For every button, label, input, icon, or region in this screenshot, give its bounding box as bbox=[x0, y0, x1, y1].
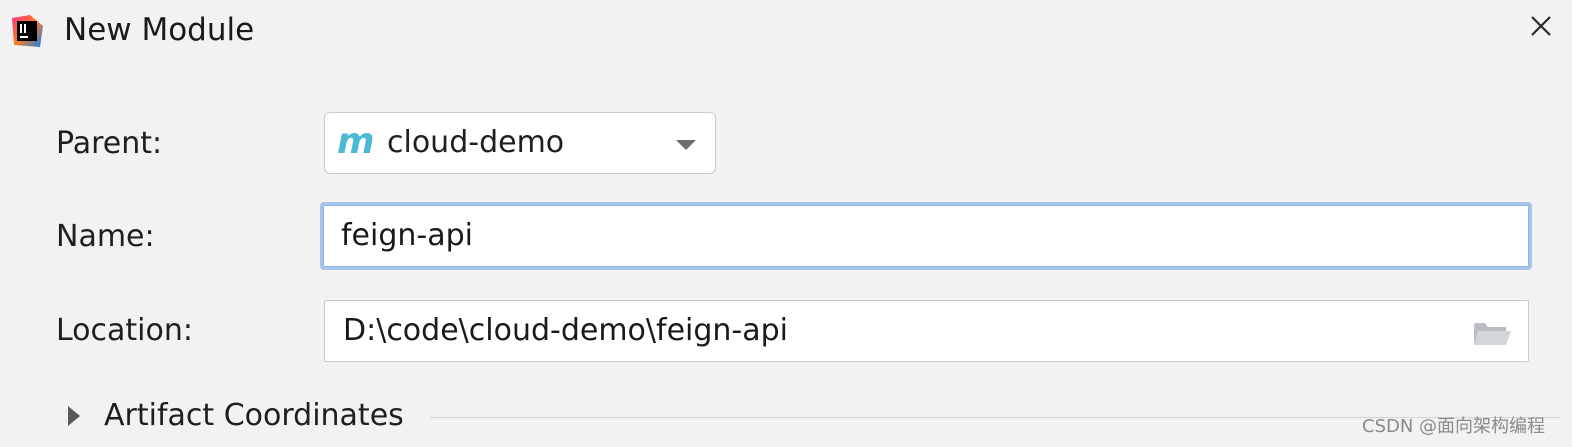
artifact-coordinates-toggle[interactable]: Artifact Coordinates bbox=[104, 396, 404, 436]
folder-icon[interactable] bbox=[1472, 318, 1512, 348]
parent-select-value: cloud-demo bbox=[387, 125, 565, 160]
parent-select[interactable]: m cloud-demo bbox=[324, 112, 716, 174]
new-module-dialog: New Module Parent: m cloud-demo Name: fe… bbox=[0, 0, 1572, 447]
close-icon[interactable] bbox=[1524, 9, 1558, 43]
title-bar: New Module bbox=[0, 0, 1572, 62]
chevron-down-icon bbox=[676, 140, 696, 150]
maven-module-icon: m bbox=[337, 121, 375, 162]
parent-label: Parent: bbox=[56, 126, 163, 161]
expand-triangle-icon[interactable] bbox=[68, 406, 80, 426]
name-label: Name: bbox=[56, 219, 155, 254]
dialog-title: New Module bbox=[64, 12, 255, 48]
intellij-idea-icon bbox=[12, 15, 43, 47]
name-input[interactable]: feign-api bbox=[320, 202, 1532, 270]
location-input[interactable]: D:\code\cloud-demo\feign-api bbox=[324, 300, 1529, 362]
location-label: Location: bbox=[56, 313, 193, 348]
watermark: CSDN @面向架构编程 bbox=[1362, 416, 1546, 437]
